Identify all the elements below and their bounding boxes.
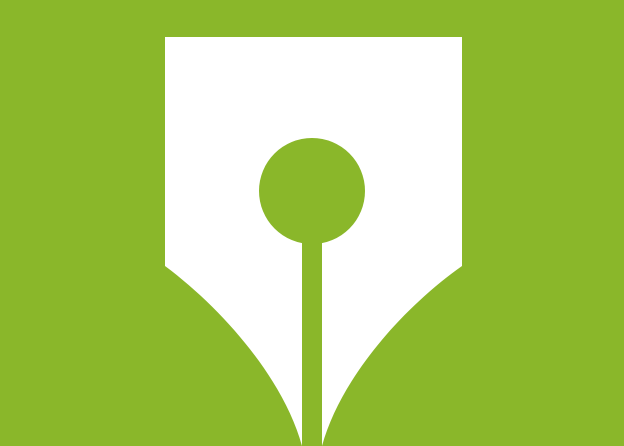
nib-slit: [302, 236, 322, 446]
logo-canvas: [0, 0, 624, 446]
nib-breather-hole: [259, 138, 365, 244]
fountain-pen-nib-icon: [165, 37, 462, 446]
